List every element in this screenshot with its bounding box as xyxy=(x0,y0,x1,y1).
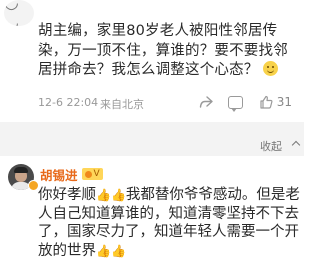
collapse-label[interactable]: 收起 xyxy=(260,138,282,154)
member-badge: V xyxy=(82,168,103,180)
comment-body: 胡主编，家里80岁老人被阳性邻居传染，万一顶不住，算谁的？要不要找邻居拼命去？我… xyxy=(38,22,300,81)
share-icon[interactable] xyxy=(199,96,213,109)
comment-meta: 12-6 22:04 来自北京 31 xyxy=(38,96,300,112)
avatar-glyph: ◡ ◡ xyxy=(4,0,34,26)
replier-name[interactable]: 胡锡进 xyxy=(40,165,78,184)
badge-icon xyxy=(85,171,92,178)
thumbs-up-emoji-icon: 👍👍 xyxy=(96,186,126,205)
like-count: 31 xyxy=(277,95,292,109)
comment-location: 来自北京 xyxy=(100,96,144,112)
like-icon[interactable] xyxy=(259,95,273,109)
comment-text: 胡主编，家里80岁老人被阳性邻居传染，万一顶不住，算谁的？要不要找邻居拼命去？我… xyxy=(38,23,288,78)
collapse-bar[interactable]: 收起 xyxy=(38,136,300,156)
comment-time: 12-6 22:04 xyxy=(38,96,98,109)
replier-header: 胡锡进 V xyxy=(40,166,103,182)
reply-text-part-1: 你好孝顺 xyxy=(38,187,96,203)
smile-emoji-icon xyxy=(263,61,278,76)
thumbs-up-emoji-icon: 👍👍 xyxy=(96,242,126,260)
comment-icon[interactable] xyxy=(228,96,243,109)
chevron-up-icon xyxy=(292,141,300,149)
badge-label: V xyxy=(94,168,100,180)
reply-body: 你好孝顺👍👍我都替你爷爷感动。但是老人自己知道算谁的，知道清零坚持不下去了，国家… xyxy=(38,186,300,260)
comment-actions: 31 xyxy=(199,95,292,109)
commenter-avatar[interactable]: ◡ ◡ xyxy=(4,0,34,26)
